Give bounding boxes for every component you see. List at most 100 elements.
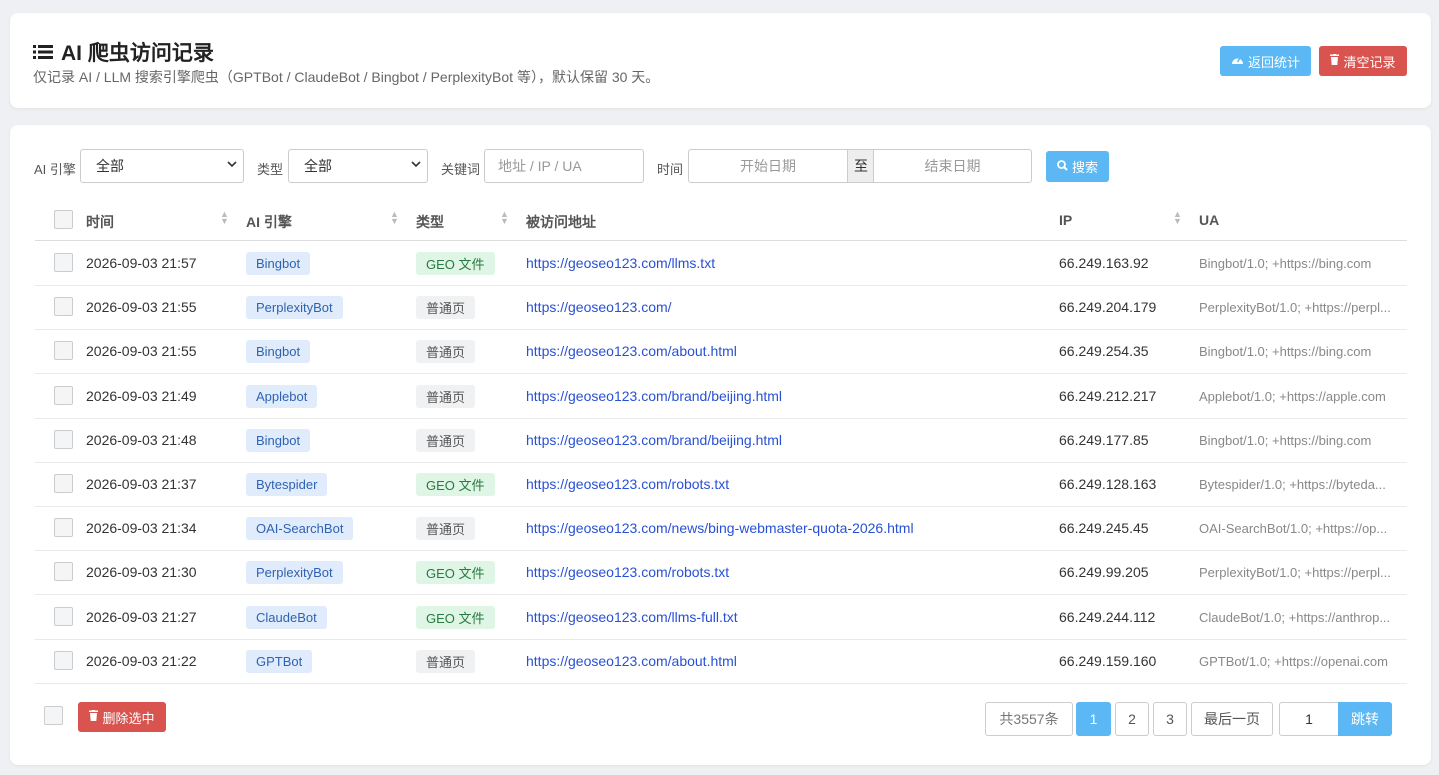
row-ua: ClaudeBot/1.0; +https://anthrop... (1199, 609, 1391, 625)
page-button-1[interactable]: 1 (1076, 702, 1111, 736)
row-checkbox[interactable] (54, 474, 73, 493)
table-row: 2026-09-03 21:55 PerplexityBot 普通页 https://… (35, 286, 1407, 331)
row-url-link[interactable]: https://geoseo123.com/ (526, 299, 672, 315)
table-header: 时间 ▲ ▼ AI 引擎 ▲ ▼ 类型 ▲ ▼ 被访问地址 IP ▲ ▼ UA (35, 200, 1407, 241)
sort-icon[interactable]: ▲ ▼ (390, 210, 399, 226)
page-title-text: AI 爬虫访问记录 (61, 42, 214, 65)
engine-filter-label: AI 引擎 (34, 162, 76, 177)
chevron-down-icon (411, 160, 421, 171)
table-row: 2026-09-03 21:27 ClaudeBot GEO 文件 https://g… (35, 596, 1407, 640)
row-ip: 66.249.204.179 (1059, 299, 1157, 316)
row-ua: OAI-SearchBot/1.0; +https://op... (1199, 521, 1388, 537)
row-url-link[interactable]: https://geoseo123.com/news/bing-webmaste… (526, 520, 914, 536)
footer-select-all-checkbox[interactable] (44, 706, 63, 725)
type-badge: GEO 文件 (416, 473, 495, 496)
type-badge: 普通页 (416, 340, 476, 364)
row-ua: Bingbot/1.0; +https://bing.com (1199, 432, 1372, 448)
engine-select[interactable]: 全部 (80, 149, 244, 183)
row-checkbox[interactable] (54, 650, 73, 670)
row-ip: 66.249.254.35 (1059, 343, 1149, 360)
column-header-time[interactable]: 时间 (86, 212, 114, 232)
row-ua: Bytespider/1.0; +https://byteda... (1199, 477, 1386, 492)
column-header-ip[interactable]: IP (1059, 212, 1072, 228)
type-filter-label: 类型 (257, 162, 284, 177)
sort-icon[interactable]: ▲ ▼ (1173, 210, 1182, 226)
column-header-engine[interactable]: AI 引擎 (246, 212, 292, 232)
row-ua: Bingbot/1.0; +https://bing.com (1199, 344, 1372, 360)
row-time: 2026-09-03 21:37 (86, 476, 197, 492)
keyword-filter-label: 关键词 (441, 162, 481, 177)
row-time: 2026-09-03 21:30 (86, 564, 197, 581)
row-ip: 66.249.128.163 (1059, 476, 1157, 492)
row-time: 2026-09-03 21:55 (86, 343, 197, 360)
trash-icon (89, 710, 99, 724)
engine-badge: Bingbot (246, 252, 311, 275)
last-page-button[interactable]: 最后一页 (1191, 702, 1273, 736)
keyword-input-placeholder: 地址 / IP / UA (498, 158, 582, 174)
row-ua: Bingbot/1.0; +https://bing.com (1199, 256, 1372, 271)
row-checkbox[interactable] (54, 606, 73, 626)
table-row: 2026-09-03 21:57 Bingbot GEO 文件 https://geo… (35, 242, 1407, 286)
row-url-link[interactable]: https://geoseo123.com/about.html (526, 653, 737, 669)
jump-page-input[interactable]: 1 (1279, 702, 1338, 736)
row-time: 2026-09-03 21:55 (86, 299, 197, 316)
engine-badge: OAI-SearchBot (246, 517, 354, 541)
row-url-link[interactable]: https://geoseo123.com/llms-full.txt (526, 609, 738, 625)
table-row: 2026-09-03 21:49 Applebot 普通页 https://geose… (35, 375, 1407, 419)
row-url-link[interactable]: https://geoseo123.com/about.html (526, 343, 737, 359)
row-url-link[interactable]: https://geoseo123.com/brand/beijing.html (526, 388, 782, 404)
table-row: 2026-09-03 21:22 GPTBot 普通页 https://geoseo1… (35, 640, 1407, 684)
page-button-3[interactable]: 3 (1153, 702, 1187, 736)
type-select[interactable]: 全部 (288, 149, 428, 183)
start-date-placeholder: 开始日期 (740, 158, 796, 174)
end-date-input[interactable]: 结束日期 (873, 149, 1032, 183)
time-filter-label: 时间 (657, 162, 684, 177)
row-ua: GPTBot/1.0; +https://openai.com (1199, 653, 1388, 669)
row-ip: 66.249.212.217 (1059, 387, 1157, 404)
back-to-stats-label: 返回统计 (1247, 54, 1300, 70)
jump-button[interactable]: 跳转 (1338, 702, 1392, 736)
dashboard-icon (1231, 54, 1244, 68)
row-ip: 66.249.177.85 (1059, 431, 1149, 448)
page-button-2[interactable]: 2 (1115, 702, 1149, 736)
start-date-input[interactable]: 开始日期 (688, 149, 848, 183)
type-select-value: 全部 (304, 158, 332, 174)
type-badge: GEO 文件 (416, 605, 495, 629)
row-url-link[interactable]: https://geoseo123.com/robots.txt (526, 564, 729, 580)
table-row: 2026-09-03 21:48 Bingbot 普通页 https://geoseo… (35, 419, 1407, 463)
row-checkbox[interactable] (54, 562, 73, 582)
clear-records-label: 清空记录 (1343, 54, 1396, 70)
back-to-stats-button[interactable]: 返回统计 (1220, 46, 1311, 76)
table-row: 2026-09-03 21:37 Bytespider GEO 文件 https://… (35, 463, 1407, 507)
column-header-type[interactable]: 类型 (416, 212, 444, 232)
engine-badge: PerplexityBot (246, 561, 343, 585)
type-badge: 普通页 (416, 428, 476, 452)
page-title: AI 爬虫访问记录 (33, 37, 214, 67)
column-header-url: 被访问地址 (526, 214, 596, 230)
row-time: 2026-09-03 21:57 (86, 255, 197, 271)
select-all-checkbox[interactable] (54, 210, 73, 229)
date-separator: 至 (848, 149, 874, 183)
table-row: 2026-09-03 21:34 OAI-SearchBot 普通页 https://… (35, 507, 1407, 552)
sort-icon[interactable]: ▲ ▼ (220, 210, 229, 226)
row-ip: 66.249.245.45 (1059, 520, 1149, 537)
row-checkbox[interactable] (54, 297, 73, 317)
engine-badge: Bingbot (246, 428, 311, 452)
row-ip: 66.249.99.205 (1059, 564, 1149, 581)
row-checkbox[interactable] (54, 385, 73, 405)
row-checkbox[interactable] (54, 341, 73, 361)
row-url-link[interactable]: https://geoseo123.com/robots.txt (526, 476, 729, 492)
row-checkbox[interactable] (54, 429, 73, 449)
row-url-link[interactable]: https://geoseo123.com/brand/beijing.html (526, 432, 782, 448)
row-checkbox[interactable] (54, 518, 73, 538)
keyword-input[interactable]: 地址 / IP / UA (484, 149, 644, 183)
clear-records-button[interactable]: 清空记录 (1319, 46, 1407, 76)
row-url-link[interactable]: https://geoseo123.com/llms.txt (526, 255, 715, 271)
type-badge: 普通页 (416, 296, 476, 320)
engine-badge: Applebot (246, 384, 318, 408)
row-checkbox[interactable] (54, 253, 73, 272)
delete-selected-button[interactable]: 删除选中 (78, 702, 166, 732)
sort-icon[interactable]: ▲ ▼ (500, 210, 509, 226)
type-badge: GEO 文件 (416, 252, 495, 275)
search-button[interactable]: 搜索 (1046, 151, 1109, 182)
